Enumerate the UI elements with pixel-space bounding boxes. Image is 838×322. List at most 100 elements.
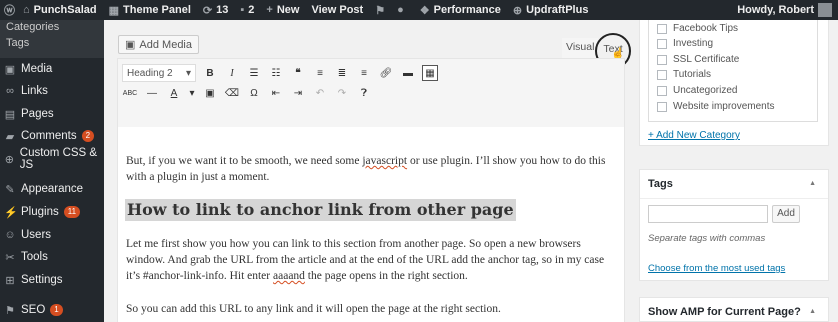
comments-badge: 2 xyxy=(81,130,95,142)
panel-icon: ▦ xyxy=(108,4,120,17)
checkbox[interactable] xyxy=(657,85,667,96)
text-color-icon[interactable]: A xyxy=(166,85,182,101)
plugins-icon: ⚡ xyxy=(4,206,18,219)
checkbox[interactable] xyxy=(657,69,667,80)
align-right-icon[interactable]: ≡ xyxy=(356,65,372,81)
paragraph-3: So you can add this URL to any link and … xyxy=(126,303,501,315)
plus-circle-icon: ⊕ xyxy=(4,153,14,166)
horizontal-line-icon[interactable]: — xyxy=(144,85,160,101)
sidebar-item-comments[interactable]: ▰ Comments 2 xyxy=(0,126,104,146)
chevron-down-icon[interactable]: ▾ xyxy=(188,85,196,101)
amp-title: Show AMP for Current Page? xyxy=(648,306,801,318)
updraft-link[interactable]: ⊕ UpdraftPlus xyxy=(513,4,589,17)
admin-bar: ⓦ ⌂ PunchSalad ▦ Theme Panel ⟳ 13 ▪ 2 + … xyxy=(0,0,838,20)
clear-formatting-icon[interactable]: ⌫ xyxy=(224,85,240,101)
sidebar-item-custom-css-js[interactable]: ⊕ Custom CSS & JS xyxy=(0,147,104,171)
tags-box: Tags ▲ Add Separate tags with commas Cho… xyxy=(639,169,829,281)
wp-logo-icon[interactable]: ⓦ xyxy=(4,2,15,18)
refresh-icon: ⟳ xyxy=(202,4,213,17)
content-heading: How to link to anchor link from other pa… xyxy=(125,199,516,221)
updates-link[interactable]: ⟳ 13 xyxy=(203,4,228,17)
home-icon: ⌂ xyxy=(23,4,30,16)
status-dot-icon: ● xyxy=(397,4,404,16)
new-content-link[interactable]: + New xyxy=(266,4,299,16)
collapse-icon[interactable]: ▲ xyxy=(809,308,816,315)
undo-icon[interactable]: ↶ xyxy=(312,85,328,101)
account-menu[interactable]: Howdy, Robert xyxy=(737,3,832,17)
admin-sidebar: Categories Tags ▣ Media ∞ Links ▤ Pages … xyxy=(0,20,104,322)
sidebar-item-settings[interactable]: ⊞ Settings xyxy=(0,270,104,290)
appearance-icon: ✎ xyxy=(5,183,15,196)
indent-icon[interactable]: ⇥ xyxy=(290,85,306,101)
site-name-link[interactable]: ⌂ PunchSalad xyxy=(23,4,97,16)
tag-input[interactable] xyxy=(648,205,768,223)
italic-icon[interactable]: I xyxy=(224,65,240,81)
tag-help-text: Separate tags with commas xyxy=(648,233,766,244)
media-icon: ▣ xyxy=(125,39,136,51)
align-center-icon[interactable]: ≣ xyxy=(334,65,350,81)
redo-icon[interactable]: ↷ xyxy=(334,85,350,101)
sidebar-item-links[interactable]: ∞ Links xyxy=(0,81,104,101)
sidebar-item-media[interactable]: ▣ Media xyxy=(0,59,104,79)
settings-icon: ⊞ xyxy=(5,274,15,287)
theme-panel-link[interactable]: ▦ Theme Panel xyxy=(109,4,191,17)
category-item[interactable]: Uncategorized xyxy=(657,85,737,96)
category-item[interactable]: Tutorials xyxy=(657,69,711,80)
checkbox[interactable] xyxy=(657,54,667,65)
view-post-link[interactable]: View Post xyxy=(311,4,363,16)
post-editor: ▣ Add Media Visual Text ☝ ⤢ Heading 2 ▾ … xyxy=(116,20,631,322)
comments-icon: ▰ xyxy=(5,130,15,143)
comment-icon: ▪ xyxy=(240,4,245,16)
sidebar-item-plugins[interactable]: ⚡ Plugins 11 xyxy=(0,202,104,222)
yoast-icon[interactable]: ⚑ xyxy=(375,4,385,17)
link-icon[interactable]: 🔗︎ xyxy=(378,65,394,81)
add-new-category-link[interactable]: + Add New Category xyxy=(648,130,740,141)
checkbox[interactable] xyxy=(657,38,667,49)
pages-icon: ▤ xyxy=(4,108,16,121)
special-char-icon[interactable]: Ω xyxy=(246,85,262,101)
category-item[interactable]: Facebook Tips xyxy=(657,23,738,34)
add-media-button[interactable]: ▣ Add Media xyxy=(118,35,199,54)
numbered-list-icon[interactable]: ☷ xyxy=(268,65,284,81)
sidebar-item-tools[interactable]: ✂ Tools xyxy=(0,247,104,267)
paste-text-icon[interactable]: ▣ xyxy=(202,85,218,101)
seo-icon: ⚑ xyxy=(5,304,15,317)
comments-link[interactable]: ▪ 2 xyxy=(240,4,254,16)
most-used-tags-link[interactable]: Choose from the most used tags xyxy=(648,263,785,274)
sidebar-subitem-tags[interactable]: Tags xyxy=(0,36,104,58)
media-icon: ▣ xyxy=(4,63,16,76)
bullet-list-icon[interactable]: ☰ xyxy=(246,65,262,81)
category-item[interactable]: SSL Certificate xyxy=(657,54,739,65)
editor-content[interactable]: But, if you we want it to be smooth, we … xyxy=(117,127,625,322)
editor-toolbar: Heading 2 ▾ B I ☰ ☷ ❝ ≡ ≣ ≡ 🔗︎ ▬ ▦ ABC —… xyxy=(117,58,625,128)
read-more-icon[interactable]: ▬ xyxy=(400,65,416,81)
checkbox[interactable] xyxy=(657,101,667,112)
strikethrough-icon[interactable]: ABC xyxy=(122,85,138,101)
plugins-badge: 11 xyxy=(63,206,81,218)
sidebar-item-users[interactable]: ☺ Users xyxy=(0,225,104,245)
performance-link[interactable]: ❖ Performance xyxy=(420,4,501,17)
sidebar-subitem-categories[interactable]: Categories xyxy=(0,20,104,36)
avatar xyxy=(818,3,832,17)
add-tag-button[interactable]: Add xyxy=(772,205,800,223)
toolbar-toggle-icon[interactable]: ▦ xyxy=(422,65,438,81)
plus-icon: + xyxy=(266,4,273,16)
blockquote-icon[interactable]: ❝ xyxy=(290,65,306,81)
bold-icon[interactable]: B xyxy=(202,65,218,81)
align-left-icon[interactable]: ≡ xyxy=(312,65,328,81)
category-item[interactable]: Website improvements xyxy=(657,101,775,112)
category-list: Facebook Tips Investing SSL Certificate … xyxy=(648,20,818,122)
format-select[interactable]: Heading 2 ▾ xyxy=(122,64,196,82)
updraft-icon: ⊕ xyxy=(512,4,523,17)
checkbox[interactable] xyxy=(657,23,667,34)
category-item[interactable]: Investing xyxy=(657,38,713,49)
outdent-icon[interactable]: ⇤ xyxy=(268,85,284,101)
tools-icon: ✂ xyxy=(5,251,15,264)
sidebar-item-seo[interactable]: ⚑ SEO 1 xyxy=(0,300,104,320)
collapse-icon[interactable]: ▲ xyxy=(809,180,816,187)
sidebar-item-pages[interactable]: ▤ Pages xyxy=(0,104,104,124)
tab-visual[interactable]: Visual xyxy=(562,38,599,58)
sidebar-item-appearance[interactable]: ✎ Appearance xyxy=(0,179,104,199)
help-icon[interactable]: ❓︎ xyxy=(356,85,372,101)
site-name: PunchSalad xyxy=(33,4,97,16)
